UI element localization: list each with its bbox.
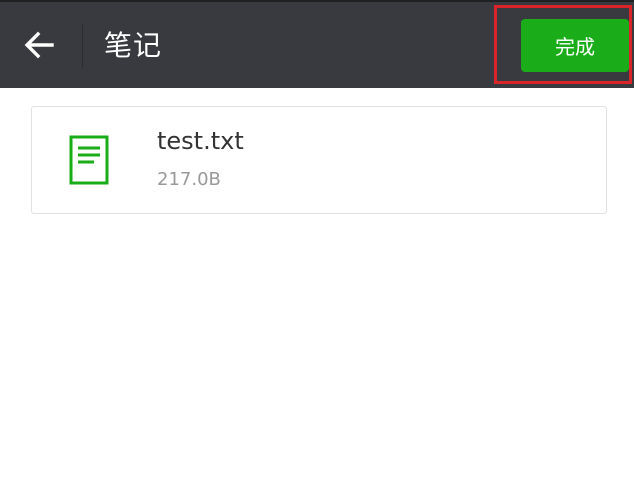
arrow-left-icon (24, 31, 54, 59)
page-title: 笔记 (104, 29, 163, 62)
note-file-screen: 笔记 完成 test.txt 217.0B (0, 0, 634, 490)
text-document-icon (69, 135, 109, 185)
done-button[interactable]: 完成 (521, 19, 629, 72)
back-button[interactable] (14, 22, 64, 68)
file-card[interactable]: test.txt 217.0B (31, 106, 607, 214)
file-name: test.txt (157, 127, 244, 155)
header-divider (82, 24, 83, 68)
file-size: 217.0B (157, 169, 221, 190)
